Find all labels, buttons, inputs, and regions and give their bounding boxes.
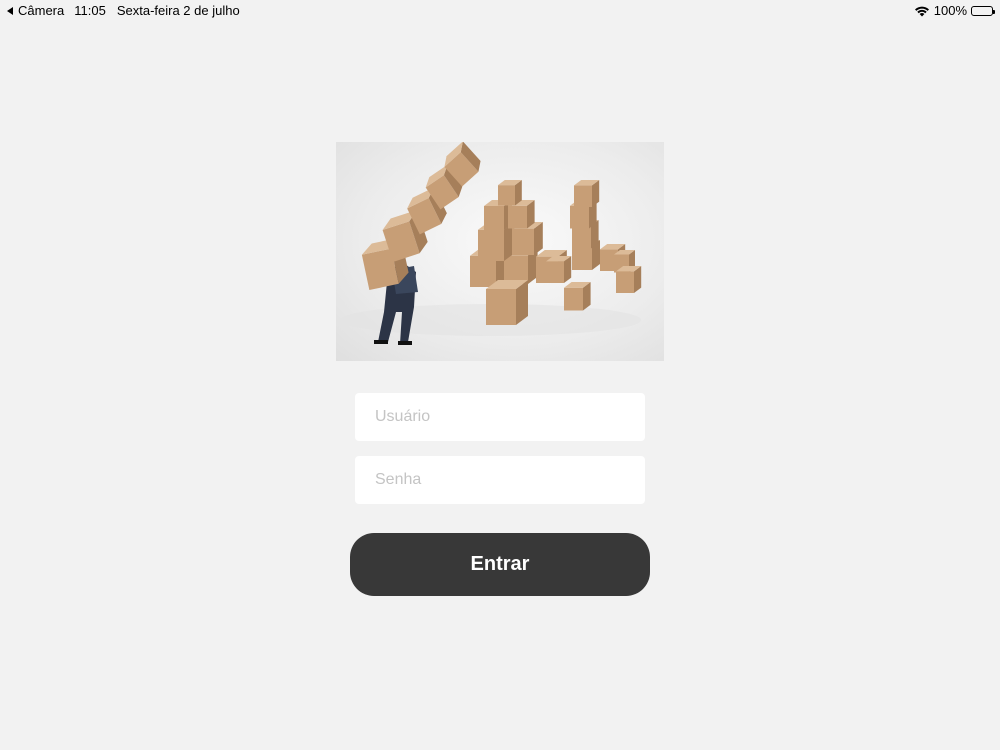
back-arrow-icon	[7, 6, 13, 15]
status-time: 11:05	[74, 3, 106, 18]
status-bar: Câmera 11:05 Sexta-feira 2 de julho 100%	[0, 0, 1000, 20]
battery-icon	[971, 5, 995, 16]
login-button[interactable]: Entrar	[350, 533, 650, 596]
hero-illustration	[336, 142, 664, 361]
back-label: Câmera	[18, 3, 65, 18]
username-input[interactable]	[355, 393, 645, 441]
password-input[interactable]	[355, 456, 645, 504]
battery-percent: 100%	[933, 3, 967, 18]
status-date: Sexta-feira 2 de julho	[116, 3, 240, 18]
status-bar-left: Câmera 11:05 Sexta-feira 2 de julho	[7, 3, 240, 18]
status-bar-right: 100%	[914, 3, 995, 18]
wifi-icon	[914, 6, 929, 16]
back-to-camera[interactable]: Câmera	[7, 3, 64, 18]
boxes-illustration	[341, 142, 642, 345]
